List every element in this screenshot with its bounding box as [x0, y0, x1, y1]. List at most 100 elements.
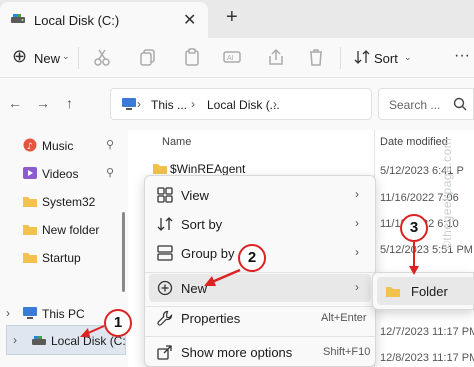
- drive-icon: [32, 336, 46, 345]
- step-callout-1: 1: [104, 309, 132, 337]
- videos-icon: [23, 167, 37, 179]
- menu-item-label: Group by: [181, 246, 235, 261]
- sidebar-item-label: Music: [42, 139, 74, 153]
- toolbar-divider: [340, 47, 341, 69]
- new-button-label: New: [34, 51, 61, 66]
- chevron-down-icon: ⌄: [404, 52, 412, 62]
- plus-circle-icon: ⊕: [12, 46, 28, 66]
- menu-item-shortcut: Shift+F10: [323, 346, 371, 358]
- folder-icon: [386, 287, 400, 297]
- forward-button[interactable]: →: [36, 95, 50, 111]
- submenu-item-label: Folder: [411, 284, 448, 299]
- search-icon: [453, 97, 467, 111]
- menu-item-shortcut: Alt+Enter: [321, 312, 367, 324]
- sidebar-item-label: This PC: [42, 307, 85, 321]
- sidebar-item-music[interactable]: ♪ Music ⚲: [22, 135, 126, 157]
- share-icon[interactable]: [266, 47, 286, 67]
- chevron-right-icon: ›: [355, 245, 359, 259]
- file-date: 12/8/2023 11:17 PM: [380, 352, 474, 364]
- menu-divider: [145, 336, 375, 337]
- svg-text:♪: ♪: [27, 142, 33, 152]
- sidebar-item-label: Videos: [42, 167, 79, 181]
- paste-icon[interactable]: [182, 47, 202, 67]
- share-icon: [157, 345, 172, 360]
- file-date: 12/7/2023 11:17 PM: [380, 326, 474, 338]
- menu-item-label: Properties: [181, 311, 241, 326]
- sort-icon: [157, 217, 173, 231]
- column-header-name[interactable]: Name: [162, 136, 191, 148]
- computer-icon: [122, 98, 136, 110]
- sidebar-item-system32[interactable]: System32: [22, 191, 126, 213]
- view-grid-icon: [157, 187, 173, 203]
- tab-local-disk[interactable]: Local Disk (C:) ✕: [0, 2, 208, 38]
- delete-icon[interactable]: [306, 47, 326, 67]
- menu-item-show-more-options[interactable]: Show more options Shift+F10: [149, 338, 371, 366]
- file-date: 5/12/2023 5:51 PM: [380, 244, 473, 256]
- chevron-right-icon: ›: [355, 187, 359, 201]
- chevron-down-icon: ⌄: [62, 51, 70, 61]
- sidebar-scrollbar[interactable]: [122, 212, 125, 292]
- menu-item-label: Sort by: [181, 217, 223, 232]
- sidebar-item-videos[interactable]: Videos ⚲: [22, 163, 126, 185]
- breadcrumb-separator: ›: [273, 97, 277, 111]
- sidebar-item-new-folder[interactable]: New folder: [22, 219, 126, 241]
- menu-divider: [145, 272, 375, 273]
- watermark: ©thegeekpage.com: [440, 137, 454, 250]
- file-name[interactable]: $WinREAgent: [170, 162, 245, 176]
- breadcrumb-separator: ›: [137, 97, 141, 111]
- chevron-right-icon: ›: [355, 280, 359, 294]
- sidebar-item-label: New folder: [42, 223, 100, 237]
- new-button[interactable]: ⊕ New ⌄: [6, 44, 70, 72]
- breadcrumb-this-pc[interactable]: This ...: [151, 98, 187, 112]
- expand-chevron-icon[interactable]: ›: [6, 306, 10, 320]
- up-button[interactable]: ↑: [66, 95, 73, 111]
- menu-item-view[interactable]: View ›: [149, 181, 371, 209]
- folder-icon: [23, 197, 37, 207]
- context-menu: View › Sort by › Group by › New › Proper…: [144, 175, 376, 367]
- sort-button-label: Sort: [374, 51, 398, 66]
- cut-icon[interactable]: [92, 47, 112, 67]
- back-button[interactable]: ←: [8, 95, 22, 111]
- step-callout-2: 2: [238, 244, 266, 272]
- menu-item-properties[interactable]: Properties Alt+Enter: [149, 304, 371, 332]
- pin-icon: ⚲: [106, 139, 115, 151]
- new-tab-button[interactable]: +: [226, 6, 238, 29]
- sidebar-item-label: System32: [42, 195, 96, 209]
- plus-circle-icon: [157, 280, 173, 296]
- folder-icon: [23, 225, 37, 235]
- sort-icon: [354, 50, 370, 64]
- drive-icon: [11, 14, 25, 23]
- submenu-item-folder[interactable]: Folder: [377, 277, 474, 305]
- column-header-date-modified[interactable]: Date modified: [380, 136, 448, 148]
- folder-icon: [23, 253, 37, 263]
- menu-item-label: View: [181, 188, 209, 203]
- sidebar-item-startup[interactable]: Startup: [22, 247, 126, 269]
- group-icon: [157, 245, 173, 261]
- expand-chevron-icon[interactable]: ›: [13, 333, 17, 347]
- copy-icon[interactable]: [138, 47, 158, 67]
- rename-icon[interactable]: AI: [222, 47, 242, 67]
- breadcrumb-local-disk[interactable]: Local Disk (...: [207, 98, 280, 112]
- search-input[interactable]: Search ...: [378, 88, 474, 120]
- pin-icon: ⚲: [106, 167, 115, 179]
- more-options-button[interactable]: ···: [454, 47, 470, 65]
- new-submenu: Folder: [372, 272, 474, 310]
- chevron-right-icon: ›: [355, 216, 359, 230]
- menu-item-label: New: [181, 281, 208, 296]
- close-icon[interactable]: ✕: [183, 10, 196, 30]
- folder-icon: [153, 164, 167, 174]
- svg-text:AI: AI: [227, 55, 234, 62]
- menu-item-new[interactable]: New ›: [149, 274, 371, 302]
- menu-item-label: Show more options: [181, 345, 293, 360]
- toolbar-divider: [78, 47, 79, 69]
- menu-item-sort-by[interactable]: Sort by ›: [149, 210, 371, 238]
- address-bar[interactable]: › This ... › Local Disk (... ›: [110, 88, 372, 120]
- wrench-icon: [157, 310, 173, 326]
- sidebar-item-label: Startup: [42, 251, 81, 265]
- breadcrumb-separator: ›: [191, 97, 195, 111]
- tab-title: Local Disk (C:): [34, 13, 120, 28]
- step-callout-3: 3: [400, 214, 428, 242]
- search-placeholder: Search ...: [389, 98, 441, 112]
- music-icon: ♪: [23, 138, 37, 152]
- computer-icon: [23, 307, 37, 319]
